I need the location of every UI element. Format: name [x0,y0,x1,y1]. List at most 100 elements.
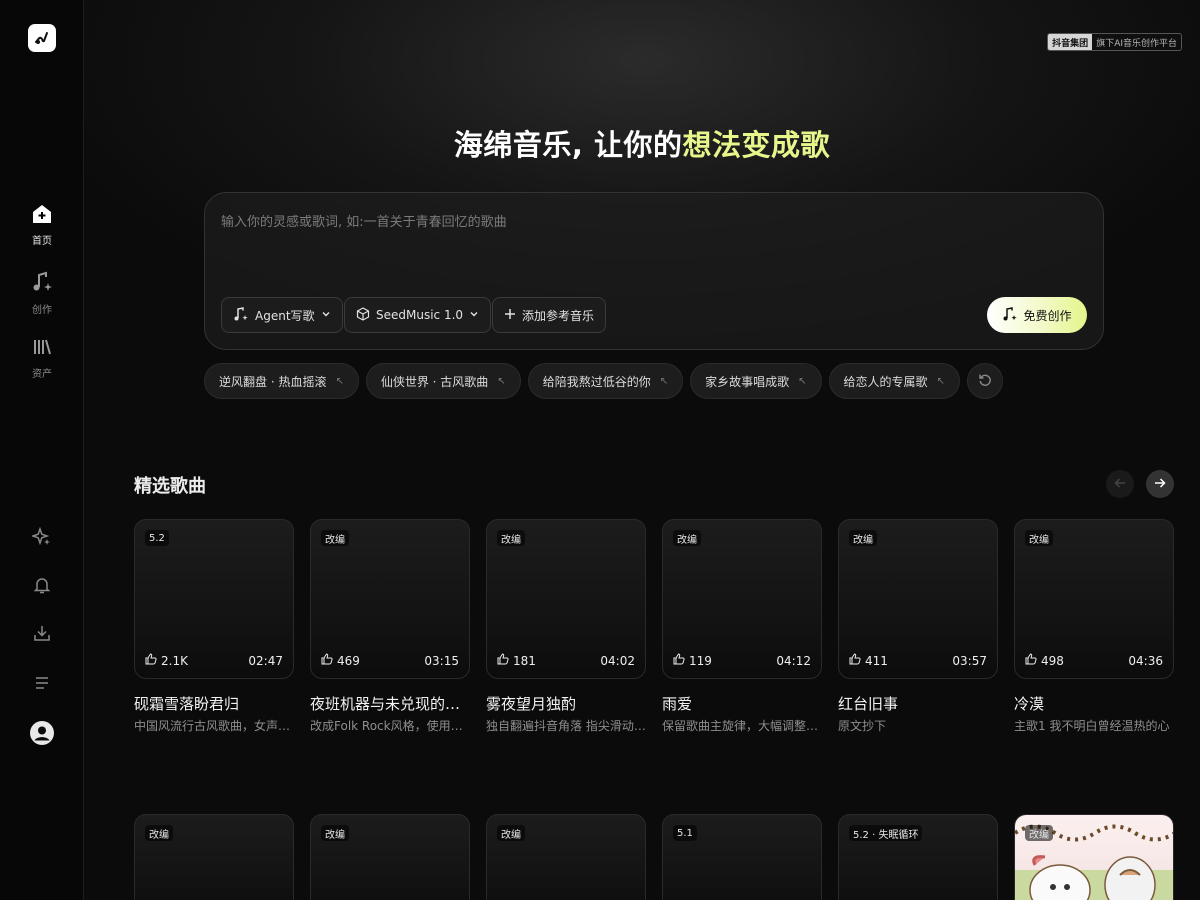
sidebar-item-create[interactable]: 创作 [0,271,84,316]
thumbs-up-icon [849,653,861,668]
suggestion-label: 家乡故事唱成歌 [705,374,790,389]
song-stats: 469 03:15 [321,653,459,668]
chevron-down-icon [321,308,331,322]
arrow-up-left-icon: ↖ [936,375,945,387]
suggestion-chip[interactable]: 家乡故事唱成歌 ↖ [690,363,822,399]
free-create-button[interactable]: 免费创作 [987,297,1087,333]
sparkle-icon[interactable] [30,525,54,549]
add-reference-music-button[interactable]: 添加参考音乐 [492,297,607,333]
suggestion-label: 逆风翻盘 · 热血摇滚 [219,374,327,389]
sidebar-item-assets[interactable]: 资产 [0,337,84,380]
song-card[interactable]: 改编 498 04:36 冷漠 主歌1 我不明白曾经温热的心 [1014,519,1174,734]
song-cover[interactable]: 改编 411 03:57 [838,519,998,679]
song-description: 独自翻遍抖音角落 指尖滑动着寂寞 [486,719,646,733]
arrow-up-left-icon: ↖ [798,375,807,387]
song-cover[interactable]: 改编 [134,814,294,900]
suggestion-chip[interactable]: 给恋人的专属歌 ↖ [828,363,960,399]
arrow-right-icon [1153,475,1167,494]
song-duration: 04:36 [1128,653,1163,668]
like-count[interactable]: 119 [673,653,712,668]
song-stats: 411 03:57 [849,653,987,668]
song-card[interactable]: 改编 [310,814,470,900]
suggestion-label: 给恋人的专属歌 [843,374,928,389]
song-card[interactable]: 改编 469 03:15 夜班机器与未兑现的约定 改成Folk Rock风格，使… [310,519,470,734]
song-card[interactable]: 5.1 [662,814,822,900]
company-badge: 抖音集团 旗下AI音乐创作平台 [1047,33,1182,51]
song-tag: 改编 [1025,825,1053,841]
thumbs-up-icon [1025,653,1037,668]
refresh-suggestions-button[interactable] [966,363,1003,399]
sidebar-item-label: 首页 [32,236,52,247]
song-tag: 5.2 · 失眠循环 [849,825,923,841]
featured-songs-title: 精选歌曲 [134,476,206,497]
song-cover[interactable]: 改编 119 04:12 [662,519,822,679]
song-title: 雨爱 [662,695,693,713]
prompt-input[interactable] [221,211,1081,271]
suggestion-chip[interactable]: 给陪我熬过低谷的你 ↖ [527,363,684,399]
badge-brand: 抖音集团 [1048,34,1093,50]
song-card[interactable]: 改编 [1014,814,1174,900]
menu-icon[interactable] [30,671,54,695]
song-cover[interactable]: 5.2 2.1K 02:47 [134,519,294,679]
bell-icon[interactable] [30,573,54,597]
song-cover[interactable]: 改编 [486,814,646,900]
song-stats: 2.1K 02:47 [145,653,283,668]
suggestion-chip[interactable]: 逆风翻盘 · 热血摇滚 ↖ [204,363,359,399]
song-tag: 改编 [497,825,525,841]
song-cover[interactable]: 改编 498 04:36 [1014,519,1174,679]
song-cover[interactable]: 改编 [310,814,470,900]
sidebar-item-label: 创作 [32,305,52,316]
song-card[interactable]: 5.2 2.1K 02:47 砚霜雪落盼君归 中国风流行古风歌曲，女声演唱 [134,519,294,734]
agent-write-button[interactable]: Agent写歌 [221,297,343,333]
song-duration: 03:57 [952,653,987,668]
avatar-icon[interactable] [30,721,54,745]
hero-title-part1: 海绵音乐, 让你的 [453,128,683,162]
agent-write-label: Agent写歌 [255,308,315,323]
song-title: 冷漠 [1014,695,1045,713]
thumbs-up-icon [145,653,157,668]
download-icon[interactable] [30,621,54,645]
song-description: 原文抄下 [838,719,887,733]
sidebar-item-home[interactable]: 首页 [0,204,84,247]
badge-text: 旗下AI音乐创作平台 [1096,38,1177,49]
song-tag: 5.1 [673,825,697,841]
hero-title-accent: 想法变成歌 [682,128,831,162]
free-create-label: 免费创作 [1023,308,1072,323]
thumbs-up-icon [321,653,333,668]
carousel-next-button[interactable] [1146,470,1174,498]
song-cover[interactable]: 5.2 · 失眠循环 [838,814,998,900]
song-card[interactable]: 改编 119 04:12 雨爱 保留歌曲主旋律，大幅调整编曲风格 [662,519,822,734]
song-card[interactable]: 改编 181 04:02 雾夜望月独酌 独自翻遍抖音角落 指尖滑动着寂寞 [486,519,646,734]
like-count[interactable]: 2.1K [145,653,188,668]
song-tag: 改编 [497,530,525,546]
carousel-prev-button[interactable] [1106,470,1134,498]
like-count[interactable]: 498 [1025,653,1064,668]
song-stats: 181 04:02 [497,653,635,668]
suggestion-chip[interactable]: 仙侠世界 · 古风歌曲 ↖ [365,363,521,399]
like-count[interactable]: 181 [497,653,536,668]
like-count[interactable]: 469 [321,653,360,668]
song-card[interactable]: 5.2 · 失眠循环 [838,814,998,900]
model-select-label: SeedMusic 1.0 [376,308,464,322]
song-cover[interactable]: 改编 [1014,814,1174,900]
song-duration: 02:47 [248,653,283,668]
song-cover[interactable]: 改编 469 03:15 [310,519,470,679]
arrow-up-left-icon: ↖ [659,375,669,387]
song-card[interactable]: 改编 [486,814,646,900]
song-duration: 04:02 [600,653,635,668]
like-count-value: 181 [513,653,536,668]
song-duration: 03:15 [424,653,459,668]
song-description: 保留歌曲主旋律，大幅调整编曲风格 [662,719,822,733]
model-select-button[interactable]: SeedMusic 1.0 [344,297,492,333]
song-tag: 改编 [1025,530,1053,546]
app-logo[interactable] [28,24,56,52]
song-cover[interactable]: 5.1 [662,814,822,900]
song-cover[interactable]: 改编 181 04:02 [486,519,646,679]
song-tag: 改编 [849,530,877,546]
like-count[interactable]: 411 [849,653,888,668]
song-card[interactable]: 改编 411 03:57 红台旧事 原文抄下 [838,519,998,734]
song-card[interactable]: 改编 [134,814,294,900]
refresh-icon [978,372,992,391]
thumbs-up-icon [497,653,509,668]
add-reference-label: 添加参考音乐 [522,308,595,323]
